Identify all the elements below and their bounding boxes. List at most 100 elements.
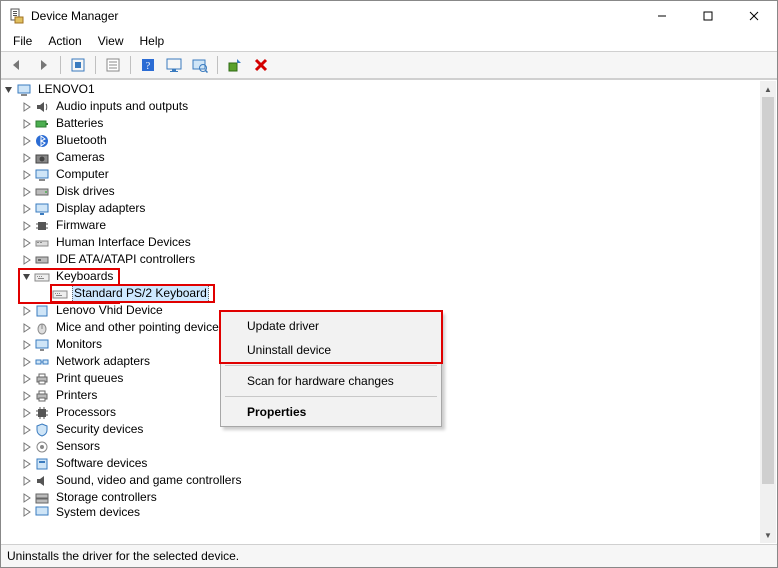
tree-root[interactable]: LENOVO1 — [2, 81, 760, 98]
context-uninstall-device[interactable]: Uninstall device — [223, 338, 439, 362]
expand-icon[interactable] — [20, 406, 34, 420]
toolbar-uninstall-button[interactable] — [249, 54, 273, 76]
monitor-icon — [34, 167, 50, 183]
expand-icon[interactable] — [20, 185, 34, 199]
expand-icon[interactable] — [20, 321, 34, 335]
scroll-down-button[interactable]: ▼ — [760, 527, 776, 543]
minimize-button[interactable] — [639, 1, 685, 31]
device-manager-icon — [9, 8, 25, 24]
expand-icon[interactable] — [20, 440, 34, 454]
ide-controller-icon — [34, 252, 50, 268]
tree-label: Lenovo Vhid Device — [54, 302, 165, 319]
context-update-driver[interactable]: Update driver — [223, 314, 439, 338]
expand-icon[interactable] — [20, 117, 34, 131]
properties-icon — [105, 57, 121, 73]
tree-device-ps2-keyboard[interactable]: Standard PS/2 Keyboard — [2, 285, 760, 302]
speaker-icon — [34, 99, 50, 115]
tree-label: Standard PS/2 Keyboard — [72, 284, 209, 303]
computer-icon — [16, 82, 32, 98]
tree-category-batteries[interactable]: Batteries — [2, 115, 760, 132]
tree-label: Processors — [54, 404, 118, 421]
tree-label: Computer — [54, 166, 111, 183]
bluetooth-icon — [34, 133, 50, 149]
menu-help[interactable]: Help — [132, 32, 173, 50]
context-scan-hardware[interactable]: Scan for hardware changes — [223, 369, 439, 393]
expand-icon[interactable] — [20, 457, 34, 471]
tree-category-disks[interactable]: Disk drives — [2, 183, 760, 200]
show-hidden-icon — [166, 57, 182, 73]
toolbar-add-legacy-button[interactable] — [223, 54, 247, 76]
expand-icon[interactable] — [20, 202, 34, 216]
tree-category-system[interactable]: System devices — [2, 506, 760, 518]
menu-file[interactable]: File — [5, 32, 40, 50]
toolbar-properties-button[interactable] — [101, 54, 125, 76]
toolbar-help-button[interactable]: ? — [136, 54, 160, 76]
toolbar-forward-button[interactable] — [31, 54, 55, 76]
menu-action[interactable]: Action — [40, 32, 89, 50]
tree-category-sound[interactable]: Sound, video and game controllers — [2, 472, 760, 489]
tree-category-sensors[interactable]: Sensors — [2, 438, 760, 455]
toolbar-scan-button[interactable] — [188, 54, 212, 76]
tree-category-hid[interactable]: Human Interface Devices — [2, 234, 760, 251]
expand-icon[interactable] — [20, 168, 34, 182]
toolbar-show-hidden-button[interactable] — [162, 54, 186, 76]
expand-icon[interactable] — [20, 423, 34, 437]
expand-icon[interactable] — [20, 304, 34, 318]
collapse-icon[interactable] — [2, 83, 16, 97]
tree-category-display[interactable]: Display adapters — [2, 200, 760, 217]
tree-label: Monitors — [54, 336, 104, 353]
expand-icon[interactable] — [20, 134, 34, 148]
expand-icon[interactable] — [20, 219, 34, 233]
camera-icon — [34, 150, 50, 166]
tree-category-keyboards[interactable]: Keyboards — [2, 268, 760, 285]
context-properties[interactable]: Properties — [223, 400, 439, 424]
toolbar-options-button[interactable] — [66, 54, 90, 76]
expand-icon[interactable] — [20, 506, 34, 518]
toolbar-separator — [130, 56, 131, 74]
collapse-icon[interactable] — [20, 270, 34, 284]
scroll-thumb[interactable] — [762, 97, 774, 484]
expand-icon[interactable] — [20, 491, 34, 505]
toolbar: ? — [1, 51, 777, 79]
expand-icon[interactable] — [20, 338, 34, 352]
tree-category-cameras[interactable]: Cameras — [2, 149, 760, 166]
expand-icon[interactable] — [20, 151, 34, 165]
vertical-scrollbar[interactable]: ▲ ▼ — [760, 81, 776, 543]
tree-label: Print queues — [54, 370, 125, 387]
keyboard-icon — [52, 286, 68, 302]
tree-category-bluetooth[interactable]: Bluetooth — [2, 132, 760, 149]
toolbar-back-button[interactable] — [5, 54, 29, 76]
expand-icon[interactable] — [20, 372, 34, 386]
titlebar: Device Manager — [1, 1, 777, 31]
scroll-up-button[interactable]: ▲ — [760, 81, 776, 97]
menubar: File Action View Help — [1, 31, 777, 51]
close-button[interactable] — [731, 1, 777, 31]
tree-label: IDE ATA/ATAPI controllers — [54, 251, 197, 268]
tree-category-computer[interactable]: Computer — [2, 166, 760, 183]
expand-icon[interactable] — [20, 236, 34, 250]
software-icon — [34, 456, 50, 472]
tree-category-ide[interactable]: IDE ATA/ATAPI controllers — [2, 251, 760, 268]
tree-label: Display adapters — [54, 200, 147, 217]
tree-label: Disk drives — [54, 183, 117, 200]
expand-icon[interactable] — [20, 474, 34, 488]
tree-label: Cameras — [54, 149, 107, 166]
tree-category-firmware[interactable]: Firmware — [2, 217, 760, 234]
expand-icon[interactable] — [20, 253, 34, 267]
tree-category-audio[interactable]: Audio inputs and outputs — [2, 98, 760, 115]
expand-icon[interactable] — [20, 100, 34, 114]
expand-icon[interactable] — [20, 389, 34, 403]
expand-icon[interactable] — [20, 355, 34, 369]
tree-category-software[interactable]: Software devices — [2, 455, 760, 472]
scroll-track[interactable] — [760, 97, 776, 527]
tree-category-storage[interactable]: Storage controllers — [2, 489, 760, 506]
tree-label: Keyboards — [54, 268, 115, 285]
monitor-icon — [34, 337, 50, 353]
tree-label: Software devices — [54, 455, 149, 472]
maximize-button[interactable] — [685, 1, 731, 31]
tree-root-label: LENOVO1 — [36, 81, 97, 98]
options-icon — [70, 57, 86, 73]
tree-label: Mice and other pointing devices — [54, 319, 227, 336]
menu-view[interactable]: View — [90, 32, 132, 50]
sensor-icon — [34, 439, 50, 455]
